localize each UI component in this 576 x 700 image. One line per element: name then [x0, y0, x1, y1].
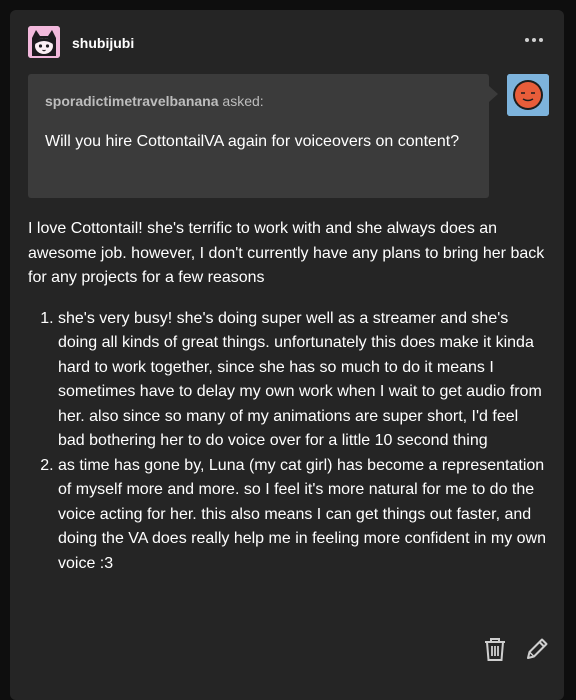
- list-item: as time has gone by, Luna (my cat girl) …: [58, 454, 548, 577]
- author-username[interactable]: shubijubi: [72, 35, 134, 51]
- reasons-list: she's very busy! she's doing super well …: [28, 307, 548, 577]
- answer-body: I love Cottontail! she's terrific to wor…: [28, 217, 548, 576]
- cat-girl-avatar-icon: [28, 26, 60, 58]
- pencil-icon: [527, 638, 548, 659]
- trash-icon: [485, 638, 505, 661]
- author-avatar[interactable]: [28, 26, 60, 58]
- asker-line: sporadictimetravelbanana asked:: [45, 93, 264, 109]
- post-menu-button[interactable]: [522, 30, 546, 50]
- ellipsis-icon: [525, 38, 543, 42]
- list-item: she's very busy! she's doing super well …: [58, 307, 548, 454]
- post-card: shubijubi sporadictimetravelbanana asked…: [10, 10, 564, 700]
- asked-label: asked:: [218, 93, 264, 109]
- answer-intro: I love Cottontail! she's terrific to wor…: [28, 220, 545, 286]
- asker-username[interactable]: sporadictimetravelbanana: [45, 93, 219, 109]
- post-header: shubijubi: [28, 26, 546, 60]
- ask-question: Will you hire CottontailVA again for voi…: [45, 133, 460, 150]
- asker-avatar[interactable]: [507, 74, 549, 116]
- ask-box: sporadictimetravelbanana asked: Will you…: [28, 74, 498, 198]
- edit-button[interactable]: [522, 634, 552, 664]
- orange-face-avatar-icon: [507, 74, 549, 116]
- post-actions: [480, 634, 552, 664]
- delete-button[interactable]: [480, 634, 510, 664]
